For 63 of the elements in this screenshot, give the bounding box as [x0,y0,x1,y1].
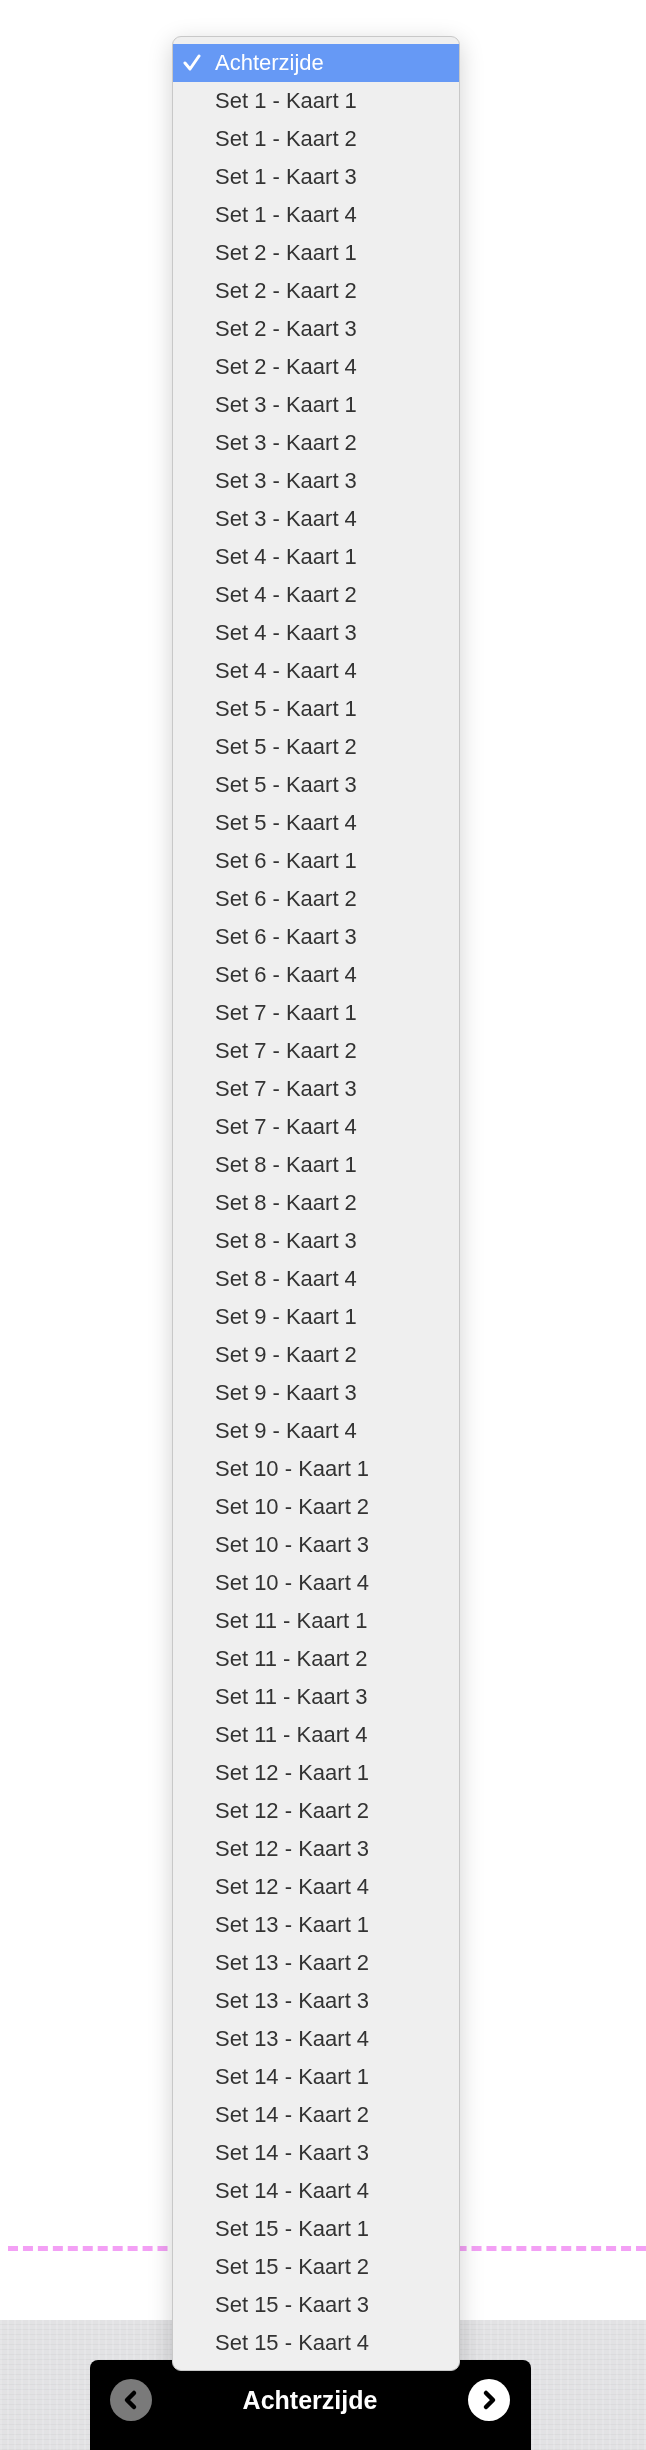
menu-item[interactable]: Set 13 - Kaart 2 [173,1944,459,1982]
menu-item[interactable]: Set 5 - Kaart 4 [173,804,459,842]
menu-item[interactable]: Set 14 - Kaart 4 [173,2172,459,2210]
menu-item[interactable]: Set 15 - Kaart 4 [173,2324,459,2362]
menu-item[interactable]: Set 11 - Kaart 2 [173,1640,459,1678]
menu-item[interactable]: Set 4 - Kaart 2 [173,576,459,614]
menu-item[interactable]: Set 15 - Kaart 3 [173,2286,459,2324]
menu-item[interactable]: Set 5 - Kaart 1 [173,690,459,728]
menu-item[interactable]: Set 8 - Kaart 3 [173,1222,459,1260]
menu-item[interactable]: Set 11 - Kaart 4 [173,1716,459,1754]
menu-item[interactable]: Set 4 - Kaart 4 [173,652,459,690]
menu-item[interactable]: Set 9 - Kaart 2 [173,1336,459,1374]
menu-item[interactable]: Set 5 - Kaart 3 [173,766,459,804]
menu-item[interactable]: Set 9 - Kaart 3 [173,1374,459,1412]
menu-item[interactable]: Set 6 - Kaart 4 [173,956,459,994]
menu-item[interactable]: Set 6 - Kaart 1 [173,842,459,880]
next-button[interactable] [468,2379,511,2421]
menu-item[interactable]: Set 3 - Kaart 4 [173,500,459,538]
menu-item[interactable]: Set 13 - Kaart 1 [173,1906,459,1944]
menu-item[interactable]: Set 2 - Kaart 1 [173,234,459,272]
menu-item[interactable]: Set 2 - Kaart 3 [173,310,459,348]
menu-item[interactable]: Set 8 - Kaart 2 [173,1184,459,1222]
menu-item[interactable]: Set 14 - Kaart 1 [173,2058,459,2096]
menu-item[interactable]: Set 7 - Kaart 4 [173,1108,459,1146]
menu-item[interactable]: Set 3 - Kaart 2 [173,424,459,462]
menu-item[interactable]: Set 10 - Kaart 3 [173,1526,459,1564]
menu-item[interactable]: Set 9 - Kaart 4 [173,1412,459,1450]
menu-item[interactable]: Set 1 - Kaart 2 [173,120,459,158]
menu-item[interactable]: Set 12 - Kaart 3 [173,1830,459,1868]
menu-item[interactable]: Set 3 - Kaart 1 [173,386,459,424]
menu-item[interactable]: Set 15 - Kaart 2 [173,2248,459,2286]
menu-item[interactable]: Set 8 - Kaart 4 [173,1260,459,1298]
menu-item[interactable]: Set 2 - Kaart 2 [173,272,459,310]
menu-item[interactable]: Set 6 - Kaart 3 [173,918,459,956]
menu-item[interactable]: Set 7 - Kaart 3 [173,1070,459,1108]
menu-item[interactable]: Set 10 - Kaart 2 [173,1488,459,1526]
menu-item[interactable]: Set 11 - Kaart 1 [173,1602,459,1640]
menu-item[interactable]: Set 12 - Kaart 1 [173,1754,459,1792]
menu-item[interactable]: Set 6 - Kaart 2 [173,880,459,918]
menu-item[interactable]: Set 14 - Kaart 2 [173,2096,459,2134]
menu-item[interactable]: Set 2 - Kaart 4 [173,348,459,386]
card-title: Achterzijde [242,2385,378,2416]
menu-item[interactable]: Set 7 - Kaart 2 [173,1032,459,1070]
menu-item[interactable]: Set 14 - Kaart 3 [173,2134,459,2172]
checkmark-icon [183,54,201,72]
menu-item[interactable]: Set 4 - Kaart 3 [173,614,459,652]
menu-item[interactable]: Set 9 - Kaart 1 [173,1298,459,1336]
menu-item[interactable]: Set 11 - Kaart 3 [173,1678,459,1716]
menu-item[interactable]: Set 1 - Kaart 4 [173,196,459,234]
menu-item[interactable]: Set 13 - Kaart 4 [173,2020,459,2058]
menu-item[interactable]: Set 13 - Kaart 3 [173,1982,459,2020]
menu-item[interactable]: Set 12 - Kaart 2 [173,1792,459,1830]
menu-item[interactable]: Set 1 - Kaart 1 [173,82,459,120]
menu-item[interactable]: Set 15 - Kaart 1 [173,2210,459,2248]
menu-item[interactable]: Set 7 - Kaart 1 [173,994,459,1032]
menu-item[interactable]: Set 5 - Kaart 2 [173,728,459,766]
menu-item[interactable]: Set 8 - Kaart 1 [173,1146,459,1184]
menu-item[interactable]: Set 12 - Kaart 4 [173,1868,459,1906]
menu-item[interactable]: Set 10 - Kaart 1 [173,1450,459,1488]
menu-item[interactable]: Set 4 - Kaart 1 [173,538,459,576]
menu-item[interactable]: Set 10 - Kaart 4 [173,1564,459,1602]
menu-item[interactable]: Set 1 - Kaart 3 [173,158,459,196]
menu-item[interactable]: Set 3 - Kaart 3 [173,462,459,500]
